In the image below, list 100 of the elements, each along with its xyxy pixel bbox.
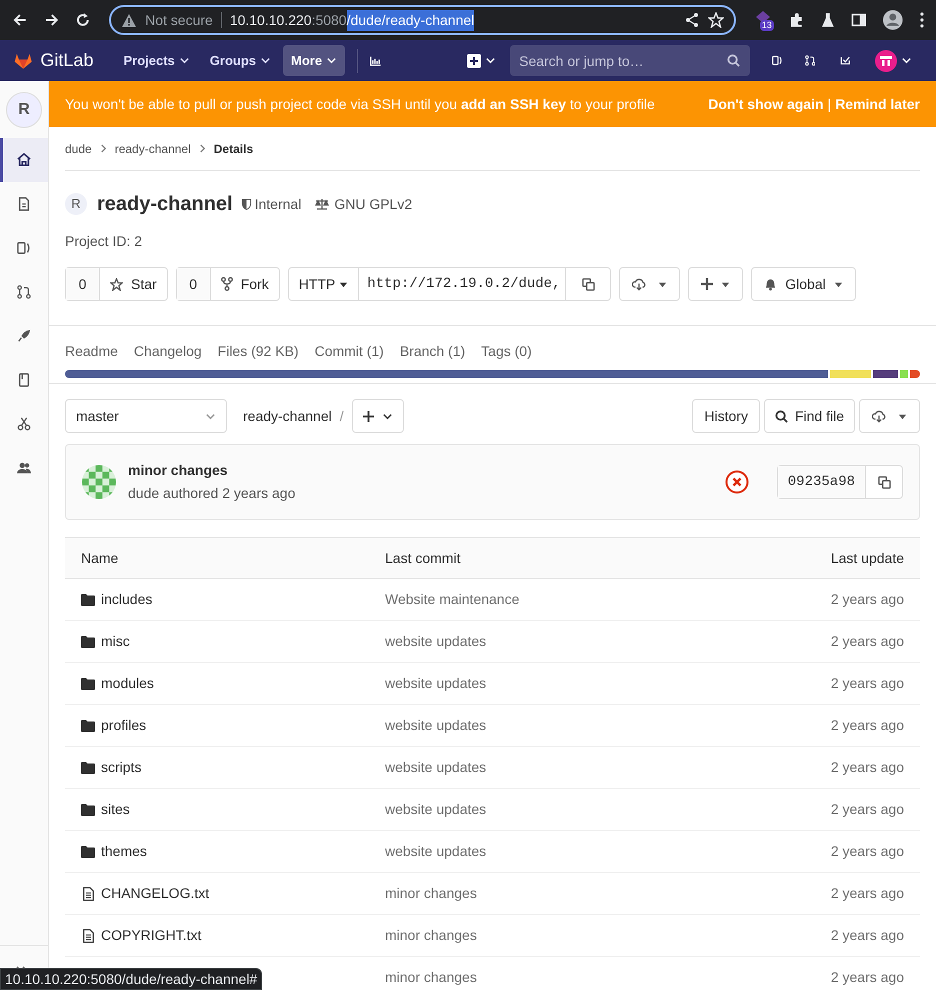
commit-message-link[interactable]: minor changes (385, 967, 831, 988)
profile-icon[interactable] (882, 9, 904, 31)
commit-sha: 09235a98 (778, 466, 866, 498)
nav-menu-button[interactable]: More (283, 45, 346, 76)
chevron-right-icon (100, 144, 107, 153)
back-icon[interactable] (12, 12, 28, 28)
commit-message-link[interactable]: website updates (385, 631, 831, 652)
file-name-link[interactable]: scripts (101, 757, 142, 778)
commit-message-link[interactable]: website updates (385, 673, 831, 694)
folder-icon (81, 720, 95, 732)
project-title: ready-channel (97, 192, 233, 217)
text-file-icon (82, 928, 94, 942)
commit-message-link[interactable]: website updates (385, 841, 831, 862)
breadcrumb-link[interactable]: Details (214, 140, 254, 158)
caret-icon (326, 55, 338, 66)
file-name-link[interactable]: COPYRIGHT.txt (101, 925, 202, 946)
forward-icon[interactable] (44, 12, 60, 28)
sidebar-item[interactable] (0, 138, 48, 182)
star-button[interactable]: Star (100, 268, 167, 300)
commit-message-link[interactable]: minor changes (385, 925, 831, 946)
search-icon (727, 54, 740, 67)
last-update-cell-text: 2 years ago (830, 842, 904, 861)
reload-icon[interactable] (75, 12, 92, 28)
nav-menu-button[interactable]: Projects (115, 45, 198, 76)
history-button[interactable]: History (692, 399, 760, 433)
plus-icon (701, 278, 714, 290)
project-avatar: R (6, 92, 42, 128)
stats-link[interactable]: Commit (1) (314, 340, 384, 362)
nav-menu-button[interactable]: Groups (202, 45, 280, 76)
copy-url-button[interactable] (565, 267, 612, 301)
last-update-cell-text: 2 years ago (830, 632, 904, 651)
branch-dropdown[interactable]: master (65, 399, 227, 433)
folder-icon (81, 762, 95, 774)
stats-link[interactable]: Files (92 KB) (218, 340, 299, 362)
caret-icon (339, 280, 348, 288)
caret-icon (658, 280, 668, 288)
caret-icon (260, 55, 272, 66)
find-file-button[interactable]: Find file (764, 399, 855, 433)
copy-icon (878, 476, 890, 488)
stats-link[interactable]: Tags (0) (481, 340, 532, 362)
banner-message: You won't be able to pull or push project code via SSH until you add an SSH key to your profile (65, 94, 656, 114)
project-id: Project ID: 2 (65, 232, 144, 251)
file-name-link[interactable]: profiles (101, 715, 146, 736)
share-icon[interactable] (684, 12, 700, 28)
fork-icon (220, 277, 233, 291)
user-menu-button[interactable] (874, 50, 912, 72)
commit-title[interactable]: minor changes (128, 460, 725, 481)
home-icon (17, 153, 31, 167)
commit-message-link[interactable]: website updates (385, 715, 831, 736)
cloud-download-icon (632, 278, 646, 290)
stats-link[interactable]: Changelog (134, 340, 202, 362)
commit-message-link[interactable]: website updates (385, 757, 831, 778)
flask-icon[interactable] (821, 12, 835, 28)
merge-request-icon[interactable] (804, 53, 816, 68)
path-link[interactable]: ready-channel (243, 406, 332, 426)
gitlab-brand[interactable]: GitLab (40, 47, 94, 74)
new-item-button[interactable] (467, 54, 496, 68)
pipeline-failed-icon[interactable] (724, 470, 749, 494)
fork-button[interactable]: Fork (210, 268, 279, 300)
commit-message-link[interactable]: website updates (385, 799, 831, 820)
side-panel-icon[interactable] (850, 12, 866, 28)
protocol-dropdown[interactable]: HTTP (288, 267, 360, 301)
kebab-menu-icon[interactable] (920, 12, 924, 28)
last-update-cell-text: 2 years ago (830, 590, 904, 609)
column-header: Last commit (385, 548, 462, 568)
visibility-label: Internal (254, 194, 302, 214)
stats-link[interactable]: Readme (65, 340, 118, 362)
download-dropdown[interactable] (619, 267, 680, 301)
license-label: GNU GPLv2 (334, 194, 412, 214)
breadcrumb-link[interactable]: ready-channel (114, 140, 191, 158)
shield-icon (240, 198, 252, 210)
merge-request-icon (17, 285, 31, 299)
column-header: Last update (830, 548, 904, 568)
link-separator: | (828, 94, 832, 114)
search-icon (774, 410, 788, 422)
breadcrumb-link[interactable]: dude (65, 140, 92, 158)
clone-url-field[interactable]: http://172.19.0.2/dude, (359, 267, 566, 301)
file-name-link[interactable]: themes (101, 841, 147, 862)
add-dropdown[interactable] (688, 267, 744, 301)
file-name-link[interactable]: includes (101, 589, 152, 610)
notification-dropdown[interactable]: Global (751, 267, 856, 301)
last-update-cell-text: 2 years ago (830, 968, 904, 987)
caret-icon (178, 55, 190, 66)
download-dropdown[interactable] (859, 399, 920, 433)
column-header: Name (81, 548, 120, 568)
file-name-link[interactable]: CHANGELOG.txt (101, 883, 210, 904)
add-file-dropdown[interactable] (352, 399, 404, 433)
commit-message-link[interactable]: minor changes (385, 883, 831, 904)
warning-icon (121, 12, 138, 28)
commit-message-link[interactable]: Website maintenance (385, 589, 831, 610)
document-icon (17, 197, 31, 211)
status-url-tooltip: 10.10.10.220:5080/dude/ready-channel# (0, 968, 262, 990)
file-name-link[interactable]: sites (101, 799, 130, 820)
stats-link[interactable]: Branch (1) (400, 340, 466, 362)
caret-icon (900, 55, 912, 66)
last-update-cell-text: 2 years ago (830, 926, 904, 945)
file-name-link[interactable]: modules (101, 673, 154, 694)
star-icon[interactable] (708, 12, 724, 28)
file-name-link[interactable]: misc (101, 631, 130, 652)
chevron-right-icon (198, 144, 206, 153)
